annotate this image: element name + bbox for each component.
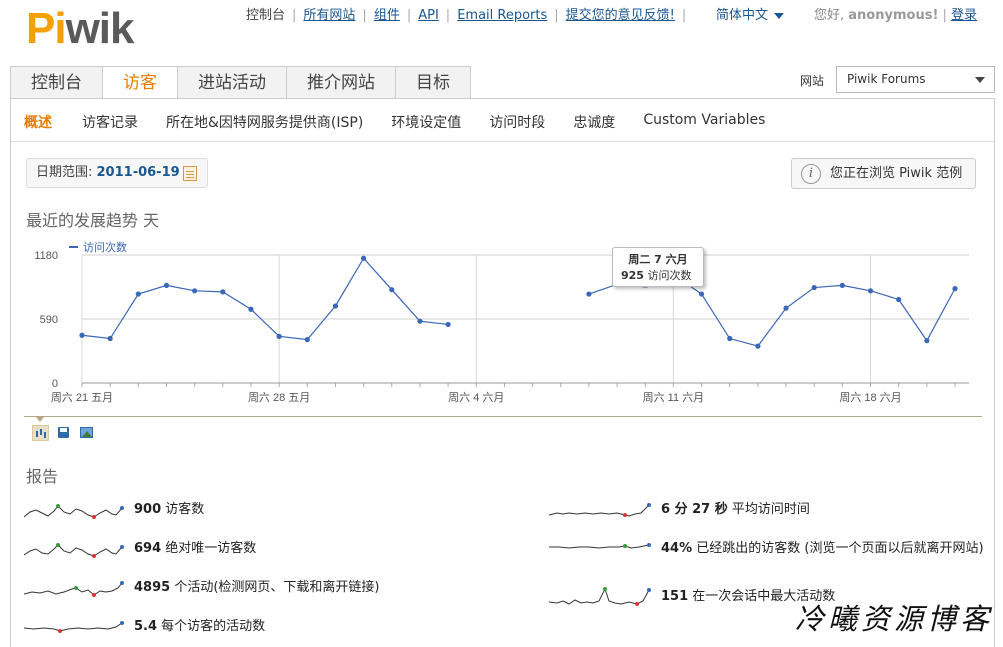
demo-notice: i 您正在浏览 Piwik 范例	[791, 158, 976, 189]
subnav-settings[interactable]: 环境设定值	[391, 112, 461, 132]
sparkline-visits	[24, 504, 124, 519]
chart-toolbar	[32, 425, 101, 441]
piwik-logo[interactable]: Piwik	[26, 4, 134, 54]
x-tick-label: 周六 28 五月	[248, 391, 310, 404]
data-point	[135, 291, 141, 297]
tab-dashboard[interactable]: 控制台	[10, 66, 103, 98]
image-icon[interactable]	[78, 425, 95, 441]
site-label: 网站	[800, 74, 825, 88]
subnav-overview[interactable]: 概述	[24, 112, 52, 132]
language-selector[interactable]: 简体中文	[716, 4, 785, 23]
evolution-chart[interactable]: 0 590 1180 周六 21 五月 周六 28 五月 周六 4 六月 周六 11 六月 周…	[24, 236, 974, 414]
data-point	[867, 288, 874, 294]
subnav-custom-variables[interactable]: Custom Variables	[643, 112, 765, 132]
report-unique-visitors: 694 绝对唯一访客数	[134, 541, 257, 556]
feedback-link[interactable]: 提交您的意见反馈!	[566, 8, 675, 23]
x-tick-label: 周六 4 六月	[448, 391, 504, 404]
sparkline-actions	[24, 581, 124, 597]
tab-actions[interactable]: 进站活动	[177, 66, 287, 98]
calendar-icon[interactable]	[183, 166, 197, 181]
sparkline-avg-time	[549, 503, 651, 517]
site-selector[interactable]: Piwik Forums	[836, 66, 995, 93]
chart-bar-icon[interactable]	[32, 425, 49, 441]
report-visits: 900 访客数	[134, 502, 205, 517]
dashboard-link[interactable]: 控制台	[246, 8, 285, 23]
data-point	[445, 321, 451, 328]
report-avg-time: 6 分 27 秒 平均访问时间	[661, 502, 810, 517]
tab-goals[interactable]: 目标	[395, 66, 471, 98]
report-bounce-rate: 44% 已经跳出的访客数 (浏览一个页面以后就离开网站)	[661, 541, 984, 556]
data-point	[389, 287, 395, 293]
data-point	[248, 306, 254, 312]
chart-footer-line	[24, 416, 982, 417]
email-reports-link[interactable]: Email Reports	[457, 8, 547, 23]
legend-label: 访问次数	[83, 240, 127, 254]
x-tick-label: 周六 11 六月	[643, 391, 705, 404]
data-point	[783, 305, 789, 311]
data-point	[220, 289, 226, 295]
sub-nav: 概述 访客记录 所在地&因特网服务提供商(ISP) 环境设定值 访问时段 忠诚度…	[24, 112, 793, 132]
report-actions-per-visit: 5.4 每个访客的活动数	[134, 619, 266, 634]
y-tick-label: 0	[52, 378, 58, 390]
sparkline-max-actions	[549, 587, 651, 606]
api-link[interactable]: API	[418, 8, 439, 23]
user-area: 您好, anonymous! | 登录	[814, 8, 978, 23]
subnav-visitor-log[interactable]: 访客记录	[82, 112, 138, 132]
y-tick-label: 590	[40, 314, 58, 326]
data-point	[755, 343, 761, 349]
save-icon[interactable]	[55, 425, 72, 441]
all-websites-link[interactable]: 所有网站	[303, 8, 355, 23]
login-link[interactable]: 登录	[951, 8, 977, 23]
tooltip-date: 周二 7 六月	[628, 253, 688, 266]
reports-title: 报告	[26, 467, 59, 486]
chart-tooltip: 周二 7 六月 925 访问次数	[612, 247, 704, 287]
data-point	[811, 284, 817, 291]
subnav-divider	[11, 141, 994, 142]
data-point	[192, 288, 198, 294]
tab-referrers[interactable]: 推介网站	[286, 66, 396, 98]
data-point	[107, 335, 113, 342]
chart-footer-tick	[36, 417, 44, 422]
data-point	[276, 333, 282, 339]
date-value: 2011-06-19	[96, 165, 180, 180]
tab-visitors[interactable]: 访客	[102, 66, 178, 99]
main-tabs: 控制台 访客 进站活动 推介网站 目标	[10, 66, 471, 99]
dropdown-caret-icon	[975, 77, 985, 83]
watermark-text: 冷曦资源博客	[795, 602, 994, 636]
series-line	[81, 257, 449, 341]
evolution-title: 最近的发展趋势 天	[26, 211, 160, 230]
subnav-engagement[interactable]: 忠诚度	[573, 112, 615, 132]
sparkline-bounce-rate	[549, 543, 651, 549]
data-point	[896, 296, 902, 303]
subnav-times[interactable]: 访问时段	[489, 112, 545, 132]
tooltip-value: 925	[621, 269, 644, 282]
date-range-picker[interactable]: 日期范围: 2011-06-19	[26, 158, 208, 188]
data-point	[361, 255, 367, 261]
data-point	[163, 282, 170, 288]
data-point	[79, 332, 85, 338]
sparkline-actions-per-visit	[24, 621, 124, 633]
info-icon: i	[801, 164, 821, 184]
report-actions: 4895 个活动(检测网页、下载和离开链接)	[134, 580, 380, 595]
x-tick-label: 周六 21 五月	[51, 391, 113, 404]
data-point	[839, 282, 845, 288]
data-point	[586, 291, 592, 297]
x-tick-label: 周六 18 六月	[839, 391, 901, 404]
data-point	[698, 291, 705, 297]
y-tick-label: 1180	[34, 250, 58, 262]
widgets-link[interactable]: 组件	[374, 8, 400, 23]
top-links: 控制台 | 所有网站 | 组件 | API | Email Reports | 提交您的意见反馈! |	[246, 8, 687, 23]
dropdown-caret-icon	[774, 12, 785, 19]
data-point	[304, 337, 310, 343]
data-point	[727, 335, 733, 342]
data-point	[952, 286, 958, 292]
username: anonymous!	[848, 8, 939, 23]
data-point	[332, 303, 339, 309]
sparkline-unique-visitors	[24, 543, 124, 558]
subnav-locations[interactable]: 所在地&因特网服务提供商(ISP)	[166, 112, 363, 132]
data-point	[924, 338, 930, 344]
data-point	[417, 318, 423, 324]
